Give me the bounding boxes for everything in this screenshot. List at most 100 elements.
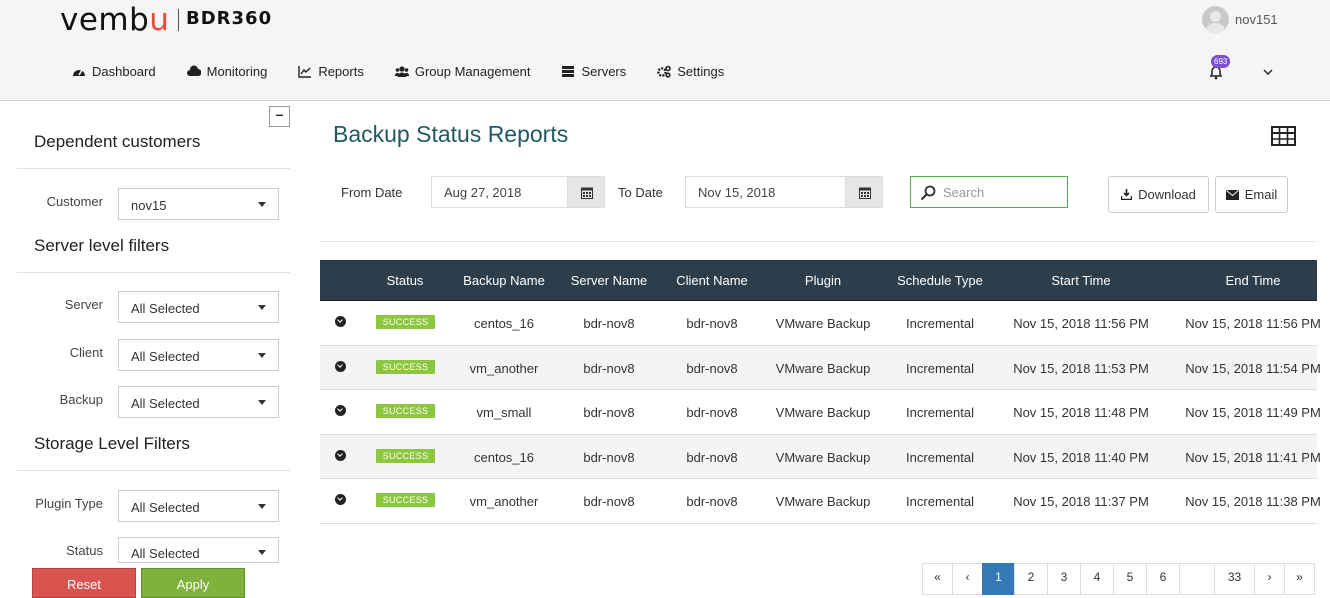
cell-plugin: VMware Backup	[775, 316, 871, 331]
nav-label: Servers	[581, 64, 627, 79]
backup-label: Backup	[59, 392, 103, 407]
backup-select[interactable]: All Selected	[118, 386, 279, 418]
cell-backup-name: vm_small	[476, 405, 532, 420]
user-menu[interactable]: nov151	[1202, 6, 1278, 33]
expand-row-icon[interactable]	[335, 449, 346, 461]
cell-server-name: bdr-nov8	[583, 449, 635, 465]
page-ellipsis	[1179, 563, 1215, 595]
cell-start-time: Nov 15, 2018 11:40 PM	[1013, 449, 1149, 465]
cell-backup-name: vm_another	[469, 360, 539, 376]
nav-item-dashboard[interactable]: Dashboard	[72, 64, 156, 79]
cell-client-name: bdr-nov8	[686, 494, 738, 509]
plugin-type-select[interactable]: All Selected	[118, 490, 279, 522]
table-row[interactable]: SUCCESS centos_16 bdr-nov8 bdr-nov8 VMwa…	[320, 434, 1321, 479]
col-header-server-name[interactable]: Server Name	[571, 273, 648, 288]
table-columns-icon[interactable]	[1271, 126, 1296, 146]
status-select[interactable]: All Selected	[118, 537, 279, 563]
cell-schedule-type: Incremental	[906, 405, 974, 420]
nav-label: Settings	[677, 64, 725, 79]
cell-schedule-type: Incremental	[906, 316, 974, 331]
line-chart-icon	[298, 66, 312, 78]
nav-item-reports[interactable]: Reports	[298, 64, 364, 79]
nav-label: Reports	[318, 64, 364, 79]
search-input[interactable]: Search	[910, 176, 1068, 208]
nav-item-servers[interactable]: Servers	[561, 64, 626, 79]
download-icon	[1121, 189, 1133, 200]
page-4[interactable]: 4	[1080, 563, 1114, 595]
expand-row-icon[interactable]	[335, 316, 346, 327]
nav-label: Monitoring	[206, 64, 268, 79]
users-icon	[394, 66, 409, 77]
backup-status-table: Status Backup Name Server Name Client Na…	[320, 260, 1321, 524]
server-filters-title: Server level filters	[34, 236, 170, 255]
from-date-input[interactable]: Aug 27, 2018	[431, 176, 568, 208]
page-last[interactable]: »	[1284, 563, 1315, 595]
page-2[interactable]: 2	[1014, 563, 1048, 595]
calendar-icon	[581, 187, 593, 199]
page-33[interactable]: 33	[1214, 563, 1255, 595]
table-row[interactable]: SUCCESS vm_another bdr-nov8 bdr-nov8 VMw…	[320, 345, 1321, 390]
page-title: Backup Status Reports	[333, 121, 569, 147]
cell-end-time: Nov 15, 2018 11:54 PM	[1185, 360, 1321, 376]
table-row[interactable]: SUCCESS vm_small bdr-nov8 bdr-nov8 VMwar…	[320, 390, 1321, 435]
avatar	[1202, 6, 1229, 33]
nav-item-group-management[interactable]: Group Management	[394, 64, 530, 79]
product-name: BDR360	[186, 8, 273, 29]
col-header-status[interactable]: Status	[387, 273, 424, 288]
logo-text-accent: u	[149, 2, 170, 38]
expand-row-icon[interactable]	[335, 405, 346, 416]
from-date-calendar-button[interactable]	[567, 176, 605, 208]
cell-start-time: Nov 15, 2018 11:53 PM	[1013, 360, 1149, 376]
cell-end-time: Nov 15, 2018 11:49 PM	[1185, 405, 1321, 420]
select-value: All Selected	[131, 301, 200, 316]
cell-client-name: bdr-nov8	[686, 316, 738, 331]
search-icon	[920, 185, 936, 201]
select-value: All Selected	[131, 349, 200, 364]
notification-badge: 693	[1211, 55, 1231, 68]
expand-row-icon[interactable]	[335, 494, 346, 505]
client-select[interactable]: All Selected	[118, 339, 279, 371]
to-date-calendar-button[interactable]	[845, 176, 883, 208]
collapse-button[interactable]: −	[269, 106, 290, 127]
col-header-schedule-type[interactable]: Schedule Type	[897, 273, 983, 288]
divider	[17, 168, 290, 169]
page-6[interactable]: 6	[1146, 563, 1180, 595]
vembu-logo[interactable]: vembu	[60, 2, 169, 38]
status-label: Status	[66, 543, 103, 558]
col-header-plugin[interactable]: Plugin	[805, 273, 841, 288]
to-date-input[interactable]: Nov 15, 2018	[685, 176, 846, 208]
col-header-start-time[interactable]: Start Time	[1051, 273, 1110, 288]
caret-down-icon	[258, 353, 266, 358]
download-button[interactable]: Download	[1108, 176, 1209, 213]
page-3[interactable]: 3	[1047, 563, 1081, 595]
table-row[interactable]: SUCCESS centos_16 bdr-nov8 bdr-nov8 VMwa…	[320, 301, 1321, 346]
select-value: nov15	[131, 198, 167, 213]
col-header-end-time[interactable]: End Time	[1226, 273, 1281, 288]
table-row[interactable]: SUCCESS vm_another bdr-nov8 bdr-nov8 VMw…	[320, 479, 1321, 524]
cell-server-name: bdr-nov8	[583, 316, 635, 331]
caret-down-icon	[258, 305, 266, 310]
caret-down-icon	[258, 504, 266, 509]
server-select[interactable]: All Selected	[118, 291, 279, 323]
chevron-down-icon[interactable]	[1263, 68, 1273, 76]
page-first[interactable]: «	[922, 563, 953, 595]
page-next[interactable]: ›	[1254, 563, 1285, 595]
email-button[interactable]: Email	[1215, 176, 1288, 213]
col-header-backup-name[interactable]: Backup Name	[463, 273, 545, 288]
cell-start-time: Nov 15, 2018 11:56 PM	[1013, 316, 1149, 331]
page-1[interactable]: 1	[982, 563, 1015, 595]
cell-schedule-type: Incremental	[906, 449, 974, 465]
customer-label: Customer	[46, 194, 103, 209]
to-date-label: To Date	[618, 185, 663, 200]
customer-select[interactable]: nov15	[118, 188, 279, 220]
download-label: Download	[1138, 187, 1196, 202]
col-header-client-name[interactable]: Client Name	[676, 273, 748, 288]
expand-row-icon[interactable]	[335, 360, 346, 372]
cell-plugin: VMware Backup	[775, 405, 871, 420]
nav-item-settings[interactable]: Settings	[657, 64, 724, 79]
filter-sidebar: − Dependent customers Customer nov15 Ser…	[0, 101, 300, 598]
page-5[interactable]: 5	[1113, 563, 1147, 595]
nav-item-monitoring[interactable]: Monitoring	[186, 64, 268, 79]
nav-label: Dashboard	[92, 64, 156, 79]
page-prev[interactable]: ‹	[952, 563, 983, 595]
